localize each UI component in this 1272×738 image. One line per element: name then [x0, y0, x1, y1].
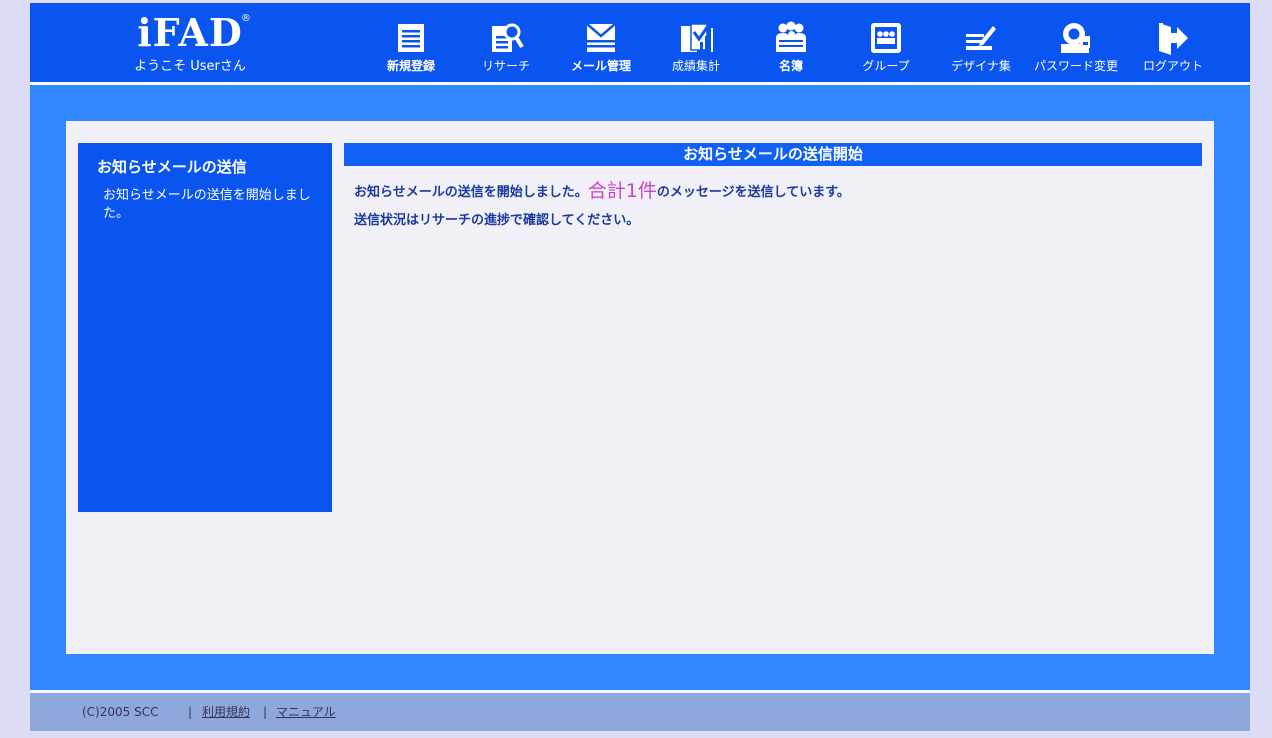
- pen-icon: [966, 26, 996, 50]
- people-icon: [776, 21, 806, 52]
- logo-text: iFAD: [137, 10, 243, 55]
- nav-research[interactable]: リサーチ: [458, 3, 554, 82]
- nav-label: パスワード変更: [1033, 59, 1118, 73]
- footer-separator: |: [188, 705, 193, 719]
- group-icon: [871, 23, 901, 53]
- status-hint: 送信状況はリサーチの進捗で確認してください。: [354, 213, 640, 228]
- nav-results[interactable]: 成績集計: [648, 3, 744, 82]
- nav-roster[interactable]: 名簿: [743, 3, 839, 82]
- terms-link[interactable]: 利用規約: [202, 693, 250, 731]
- nav-logout[interactable]: ログアウト: [1125, 3, 1221, 82]
- nav-mail-management[interactable]: メール管理: [553, 3, 649, 82]
- nav-label: メール管理: [570, 59, 631, 73]
- welcome-text: ようこそ Userさん: [134, 59, 246, 74]
- content-panel: お知らせメールの送信 お知らせメールの送信を開始しました。 お知らせメールの送信…: [66, 121, 1214, 654]
- mail-icon: [586, 23, 616, 52]
- key-icon: [1061, 23, 1090, 53]
- nav-label: 成績集計: [671, 59, 720, 73]
- copyright: (C)2005 SCC: [82, 705, 159, 719]
- message-prefix: お知らせメールの送信を開始しました。: [354, 185, 588, 200]
- logout-icon: [1159, 23, 1188, 55]
- page-title: お知らせメールの送信開始: [344, 143, 1202, 166]
- message-suffix: のメッセージを送信しています。: [656, 185, 850, 200]
- nav-label: グループ: [862, 59, 910, 73]
- chart-document-icon: [681, 23, 713, 52]
- nav-label: 名簿: [778, 59, 803, 73]
- header: iFAD ® ようこそ Userさん 新規登録 リサーチ メール管理 成績集計 …: [30, 3, 1250, 82]
- footer-separator: |: [263, 705, 268, 719]
- main-content: お知らせメールの送信開始 お知らせメールの送信を開始しました。合計1件のメッセー…: [344, 143, 1202, 228]
- manual-link[interactable]: マニュアル: [276, 693, 336, 731]
- sidebar: お知らせメールの送信 お知らせメールの送信を開始しました。: [78, 143, 332, 512]
- document-icon: [398, 24, 424, 52]
- search-document-icon: [492, 23, 524, 52]
- message-count: 合計1件: [587, 180, 657, 202]
- footer: (C)2005 SCC | 利用規約 | マニュアル: [30, 693, 1250, 731]
- status-message: お知らせメールの送信を開始しました。合計1件のメッセージを送信しています。: [354, 179, 850, 205]
- nav-label: デザイナ集: [951, 59, 1011, 73]
- nav-label: 新規登録: [386, 59, 435, 73]
- registered-mark: ®: [240, 13, 251, 24]
- nav-label: リサーチ: [481, 59, 530, 73]
- nav-group[interactable]: グループ: [838, 3, 934, 82]
- nav-password-change[interactable]: パスワード変更: [1028, 3, 1124, 82]
- content-area: お知らせメールの送信 お知らせメールの送信を開始しました。 お知らせメールの送信…: [30, 85, 1250, 690]
- main-nav: 新規登録 リサーチ メール管理 成績集計 名簿 グループ デザイナ集 パスワード…: [363, 3, 1250, 82]
- logo: iFAD ® ようこそ Userさん: [130, 10, 251, 79]
- sidebar-description: お知らせメールの送信を開始しました。: [103, 188, 311, 221]
- nav-label: ログアウト: [1142, 59, 1203, 73]
- app-frame: iFAD ® ようこそ Userさん 新規登録 リサーチ メール管理 成績集計 …: [30, 3, 1250, 731]
- sidebar-title: お知らせメールの送信: [97, 158, 247, 176]
- nav-designer[interactable]: デザイナ集: [933, 3, 1029, 82]
- nav-new-registration[interactable]: 新規登録: [363, 3, 459, 82]
